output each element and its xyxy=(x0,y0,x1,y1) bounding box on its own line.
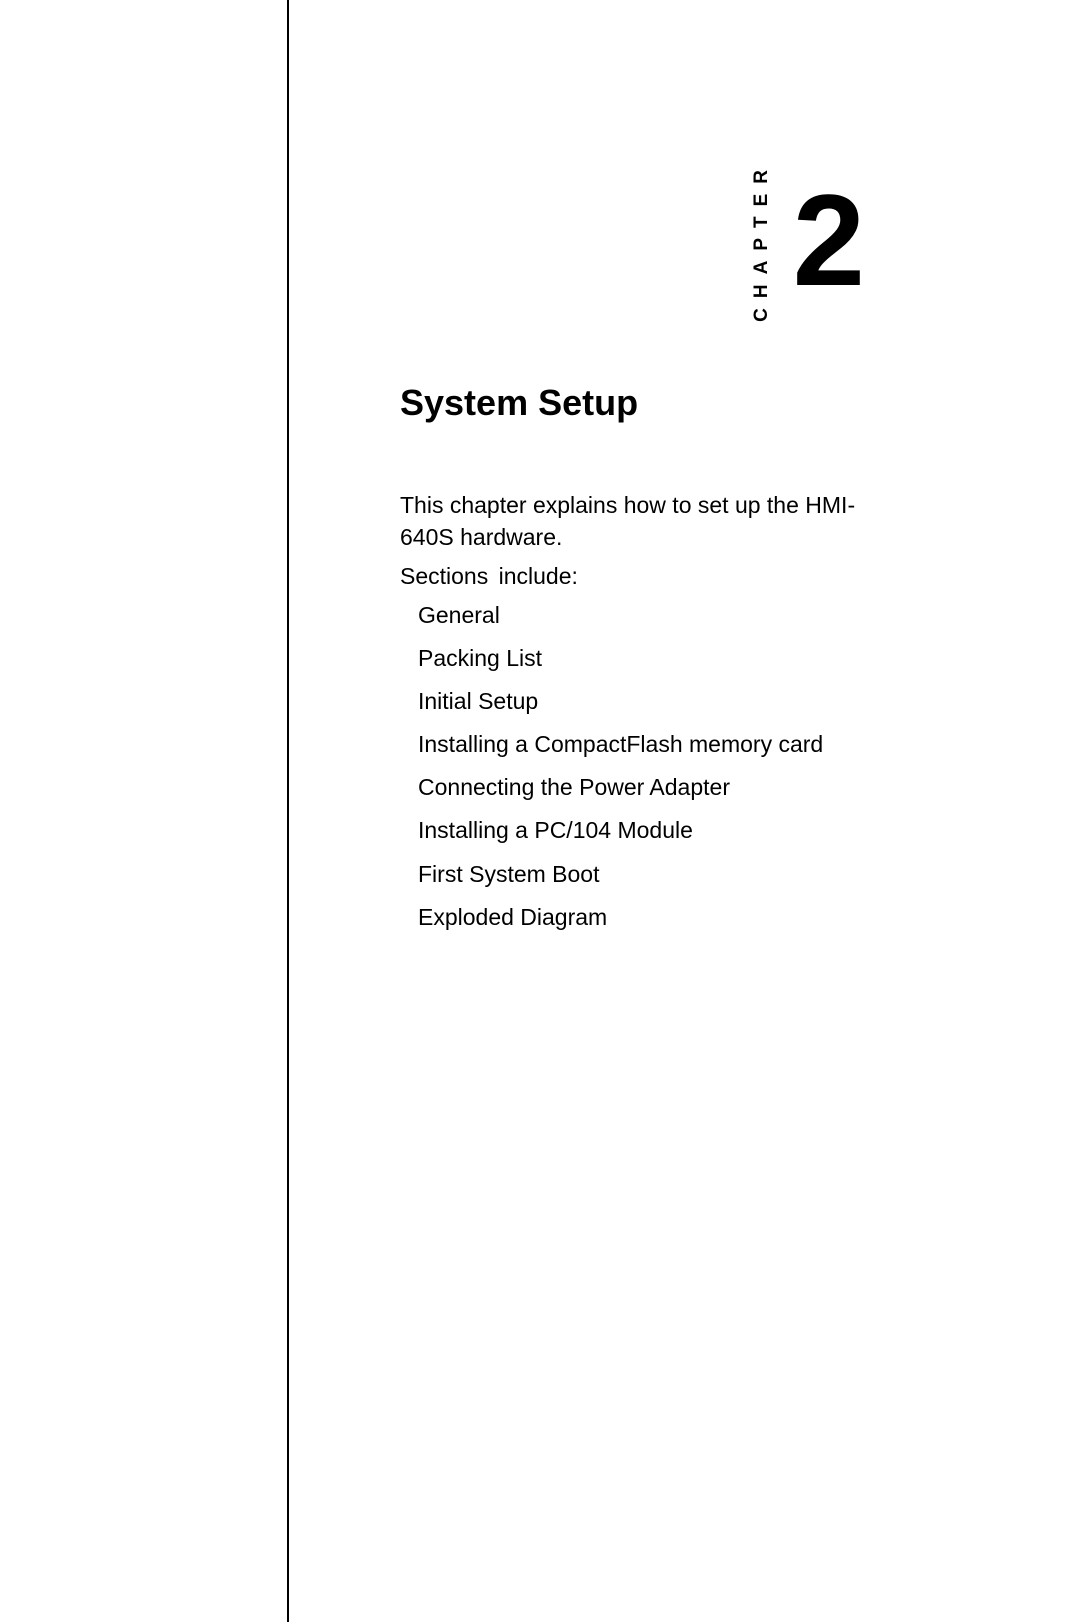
list-item: First System Boot xyxy=(418,859,860,890)
list-item: Installing a PC/104 Module xyxy=(418,815,860,846)
chapter-header: CHAPTER 2 xyxy=(400,160,860,322)
content-area: CHAPTER 2 System Setup This chapter expl… xyxy=(400,160,860,945)
chapter-label: CHAPTER xyxy=(751,160,773,322)
page: CHAPTER 2 System Setup This chapter expl… xyxy=(0,0,1080,1622)
list-item: Connecting the Power Adapter xyxy=(418,772,860,803)
list-item: Installing a CompactFlash memory card xyxy=(418,729,860,760)
chapter-number: 2 xyxy=(793,182,860,299)
chapter-intro: This chapter explains how to set up the … xyxy=(400,489,860,553)
list-item: Initial Setup xyxy=(418,686,860,717)
list-item: Packing List xyxy=(418,643,860,674)
chapter-title: System Setup xyxy=(400,382,860,424)
list-item: General xyxy=(418,600,860,631)
sections-label: Sections include: xyxy=(400,563,860,590)
list-item: Exploded Diagram xyxy=(418,902,860,933)
sections-list: General Packing List Initial Setup Insta… xyxy=(400,600,860,932)
vertical-divider xyxy=(287,0,289,1622)
